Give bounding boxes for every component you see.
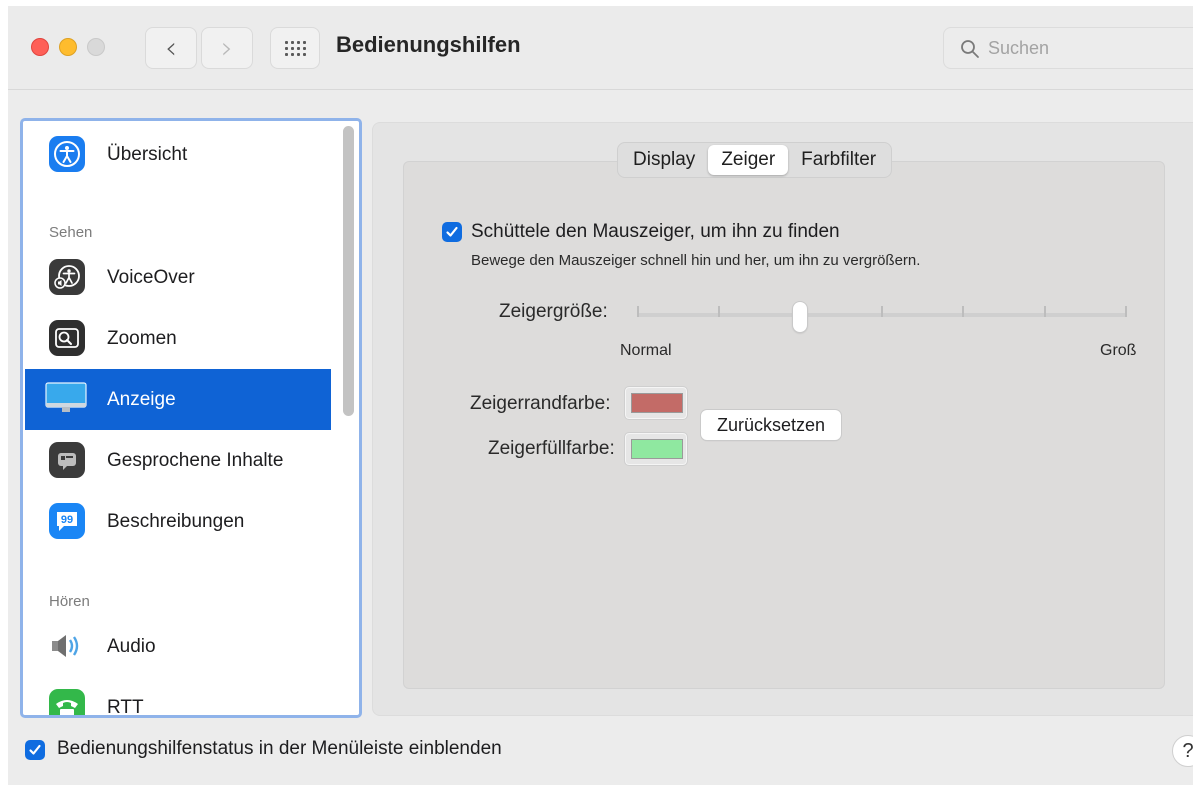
help-button[interactable]: ? [1172,735,1193,767]
system-preferences-window: ‹ › Bedienungshilfen Suchen Übersicht Se… [8,6,1193,785]
tab-farbfilter[interactable]: Farbfilter [788,145,889,175]
tab-bar: Display Zeiger Farbfilter [617,142,893,178]
shake-to-locate-label: Schüttele den Mauszeiger, um ihn zu find… [471,221,840,242]
accessibility-overview-icon [49,136,85,172]
pointer-fill-color-well[interactable] [624,432,688,466]
sidebar-item-label: Anzeige [107,388,176,410]
search-icon [961,40,979,58]
show-all-button[interactable] [270,27,320,69]
zoom-window-button[interactable] [87,38,105,56]
close-window-button[interactable] [31,38,49,56]
descriptions-icon: 99 [49,503,85,539]
audio-speaker-icon [49,628,85,664]
sidebar-item-audio[interactable]: Audio [25,616,331,677]
sidebar-section-sehen: Sehen [49,224,93,241]
sidebar-item-anzeige[interactable]: Anzeige [25,369,331,430]
sidebar-item-label: Beschreibungen [107,510,245,532]
shake-to-locate-checkbox[interactable] [442,222,462,242]
menu-bar-status-checkbox[interactable] [25,740,45,760]
checkmark-icon [29,744,41,755]
voiceover-icon [49,259,85,295]
chevron-left-icon: ‹ [165,30,177,66]
reset-colors-button[interactable]: Zurücksetzen [701,410,842,440]
pointer-fill-color-swatch [631,439,683,459]
sidebar[interactable]: Übersicht Sehen VoiceOver Zoomen Anzeige… [20,118,362,718]
sidebar-item-uebersicht[interactable]: Übersicht [25,124,331,185]
menu-bar-status-label: Bedienungshilfenstatus in der Menüleiste… [57,738,502,759]
spoken-content-icon [49,442,85,478]
slider-tick [962,306,965,317]
pointer-outline-color-well[interactable] [624,386,688,420]
slider-tick [881,306,883,317]
settings-panel: Display Zeiger Farbfilter Schüttele den … [372,122,1193,716]
sidebar-item-rtt[interactable]: RTT [25,677,331,718]
sidebar-item-beschreibungen[interactable]: 99 Beschreibungen [25,491,331,552]
sidebar-item-label: Gesprochene Inhalte [107,449,284,471]
rtt-phone-icon [49,689,85,715]
checkmark-icon [446,226,458,237]
slider-tick [718,306,721,317]
search-input[interactable] [988,35,1178,61]
display-icon [45,379,87,415]
sidebar-item-voiceover[interactable]: VoiceOver [25,247,331,308]
sidebar-item-label: Übersicht [107,143,188,165]
minimize-window-button[interactable] [59,38,77,56]
window-title: Bedienungshilfen [336,32,521,57]
pointer-size-max-label: Groß [1100,342,1137,359]
sidebar-item-label: RTT [107,696,144,718]
slider-tick [1043,306,1046,317]
chevron-right-icon: › [221,30,233,66]
search-field[interactable] [943,27,1193,69]
tab-zeiger[interactable]: Zeiger [708,145,789,175]
pointer-fill-color-label: Zeigerfüllfarbe: [488,438,615,459]
pointer-size-slider[interactable] [637,302,1127,332]
pointer-size-label: Zeigergröße: [499,301,608,322]
tab-content: Schüttele den Mauszeiger, um ihn zu find… [403,161,1165,689]
sidebar-item-gesprochene-inhalte[interactable]: Gesprochene Inhalte [25,430,331,491]
sidebar-item-label: Zoomen [107,327,177,349]
back-button[interactable]: ‹ [145,27,197,69]
slider-tick [1125,306,1127,317]
slider-thumb[interactable] [793,302,808,332]
pointer-size-min-label: Normal [620,342,672,359]
tab-display[interactable]: Display [620,145,708,175]
pointer-outline-color-swatch [631,393,683,413]
sidebar-item-label: VoiceOver [107,266,195,288]
grid-icon [284,40,306,56]
zoom-icon [49,320,85,356]
forward-button[interactable]: › [201,27,253,69]
pointer-outline-color-label: Zeigerrandfarbe: [470,393,611,414]
sidebar-scrollbar[interactable] [343,126,354,416]
sidebar-section-hoeren: Hören [49,593,90,610]
slider-tick [637,306,639,317]
toolbar: ‹ › Bedienungshilfen [8,6,1193,90]
svg-text:99: 99 [61,514,73,526]
sidebar-item-label: Audio [107,635,156,657]
sidebar-item-zoomen[interactable]: Zoomen [25,308,331,369]
shake-to-locate-description: Bewege den Mauszeiger schnell hin und he… [471,252,921,269]
